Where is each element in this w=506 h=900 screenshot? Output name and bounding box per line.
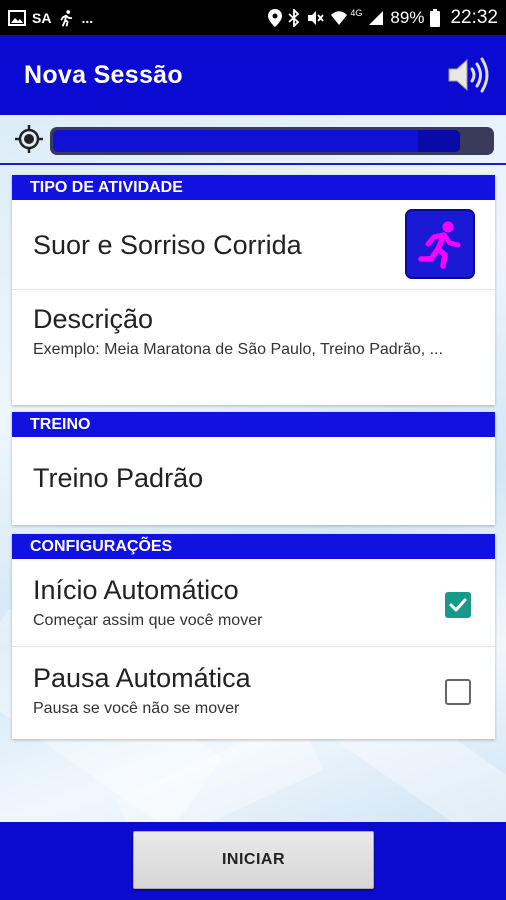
image-notification-icon bbox=[8, 9, 26, 26]
training-card: TREINO Treino Padrão bbox=[12, 412, 495, 525]
wifi-icon bbox=[331, 10, 348, 25]
start-button[interactable]: INICIAR bbox=[133, 831, 374, 889]
speaker-volume-button[interactable] bbox=[446, 52, 492, 98]
settings-card: CONFIGURAÇÕES Início Automático Começar … bbox=[12, 534, 495, 739]
description-row[interactable]: Descrição Exemplo: Meia Maratona de São … bbox=[12, 290, 495, 405]
more-notifications: ... bbox=[81, 9, 94, 26]
auto-start-checkbox[interactable] bbox=[445, 592, 471, 618]
gps-signal-fill bbox=[53, 130, 461, 152]
description-title: Descrição bbox=[33, 304, 154, 334]
page-title: Nova Sessão bbox=[24, 60, 183, 89]
auto-pause-title: Pausa Automática bbox=[33, 663, 251, 693]
auto-start-subtitle: Começar assim que você mover bbox=[33, 612, 263, 629]
auto-pause-checkbox[interactable] bbox=[445, 679, 471, 705]
battery-icon bbox=[430, 8, 441, 27]
section-header-training: TREINO bbox=[12, 412, 495, 437]
activity-icon-button[interactable] bbox=[405, 209, 475, 279]
gps-signal-bar bbox=[0, 115, 506, 165]
app-bar: Nova Sessão bbox=[0, 35, 506, 115]
training-row[interactable]: Treino Padrão bbox=[12, 437, 495, 525]
training-name: Treino Padrão bbox=[33, 463, 204, 493]
status-left: SA ... bbox=[8, 9, 93, 27]
auto-start-row[interactable]: Início Automático Começar assim que você… bbox=[12, 559, 495, 647]
clock: 22:32 bbox=[450, 6, 498, 28]
activity-type-card: TIPO DE ATIVIDADE Suor e Sorriso Corrida… bbox=[12, 175, 495, 405]
carrier-label: SA bbox=[32, 9, 52, 26]
checkmark-icon bbox=[449, 598, 467, 612]
bluetooth-icon bbox=[288, 8, 300, 27]
gps-signal-track bbox=[50, 127, 494, 155]
network-type-label: 4G bbox=[350, 7, 363, 18]
running-notification-icon bbox=[61, 9, 73, 26]
battery-percent: 89% bbox=[390, 7, 425, 27]
auto-pause-subtitle: Pausa se você não se mover bbox=[33, 700, 240, 717]
cell-signal-icon bbox=[369, 10, 384, 25]
section-header-settings: CONFIGURAÇÕES bbox=[12, 534, 495, 559]
mute-icon bbox=[308, 10, 325, 25]
auto-pause-row[interactable]: Pausa Automática Pausa se você não se mo… bbox=[12, 647, 495, 739]
status-right: 4G 89% 22:32 bbox=[268, 7, 498, 29]
status-bar: SA ... 4G 89% 22:32 bbox=[0, 0, 506, 35]
description-hint: Exemplo: Meia Maratona de São Paulo, Tre… bbox=[33, 341, 444, 358]
gps-location-icon bbox=[12, 122, 46, 156]
auto-start-title: Início Automático bbox=[33, 575, 239, 605]
running-person-icon bbox=[418, 221, 461, 269]
bottom-bar: INICIAR bbox=[0, 822, 506, 900]
activity-type-row[interactable]: Suor e Sorriso Corrida bbox=[12, 200, 495, 290]
speaker-volume-icon bbox=[448, 57, 489, 93]
location-pin-icon bbox=[268, 8, 283, 27]
section-header-activity-type: TIPO DE ATIVIDADE bbox=[12, 175, 495, 200]
